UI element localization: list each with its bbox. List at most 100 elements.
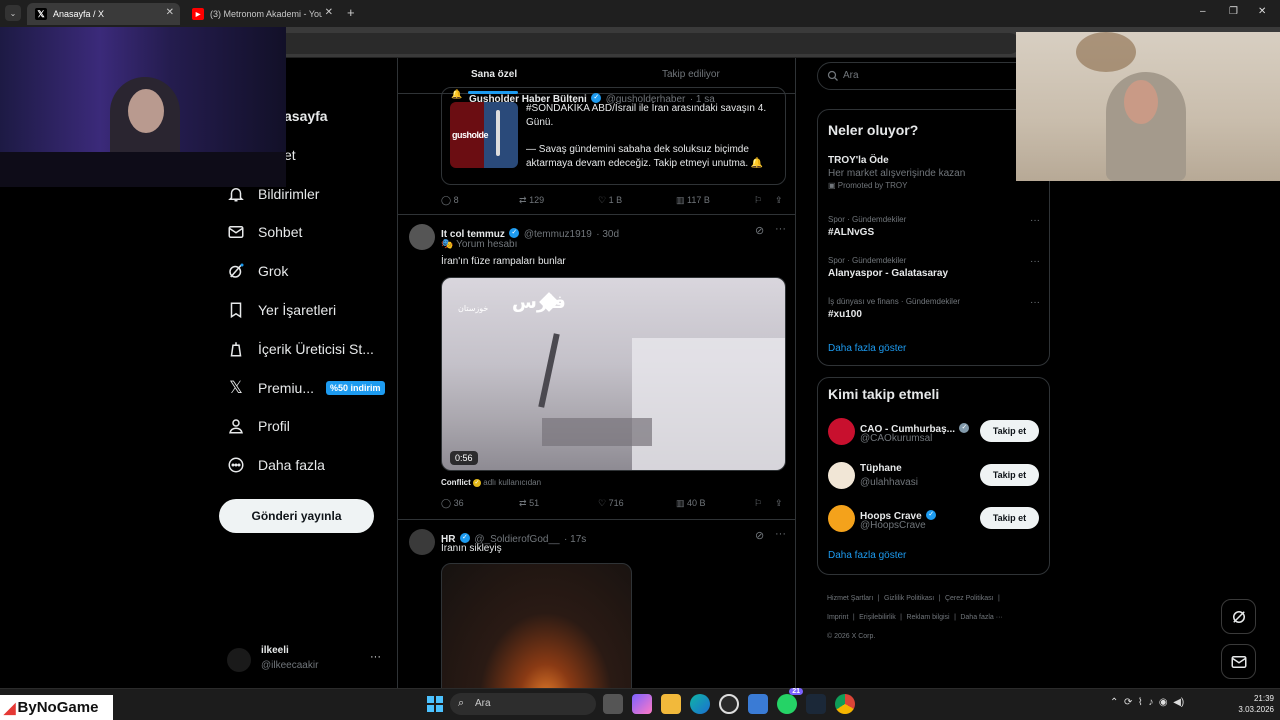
share-icon[interactable]: ⇪ (775, 498, 783, 509)
footer-link[interactable]: Hizmet Şartları (827, 595, 873, 602)
copilot-icon[interactable] (632, 694, 652, 714)
like-button[interactable]: ♡ 716 (598, 498, 624, 509)
close-tab-icon[interactable]: ✕ (325, 7, 333, 18)
tweet-video[interactable]: فارس خوزستان 0:56 (441, 277, 786, 471)
address-bar[interactable] (160, 33, 1020, 54)
more-icon[interactable]: ··· (775, 223, 786, 235)
follow-button[interactable]: Takip et (980, 420, 1039, 442)
tab-title: (3) Metronom Akademi - YouTu (210, 9, 322, 19)
minimize-button[interactable]: – (1200, 6, 1206, 17)
tweet-text: — Savaş gündemini sabaha dek soluksuz bi… (526, 144, 764, 169)
video-missile (538, 333, 560, 408)
avatar[interactable] (409, 224, 435, 250)
tab-list-dropdown[interactable]: ⌄ (5, 5, 21, 21)
sync-icon[interactable]: ⟳ (1124, 697, 1132, 708)
search-input[interactable]: Ara (817, 62, 1049, 90)
more-icon[interactable]: ··· (1030, 297, 1040, 308)
maximize-button[interactable]: ❐ (1229, 6, 1238, 17)
nav-more[interactable]: Daha fazla (226, 450, 325, 480)
mask-icon: 🎭 (441, 239, 454, 250)
grok-icon[interactable]: ⊘ (755, 224, 764, 237)
more-icon[interactable]: ··· (370, 651, 381, 663)
trend-item[interactable]: Spor · Gündemdekiler Alanyaspor - Galata… (828, 256, 1040, 279)
whatsapp-icon[interactable]: 21 (777, 688, 803, 714)
grok-icon[interactable]: ⊘ (755, 529, 764, 542)
repost-button[interactable]: ⇄ 51 (519, 498, 539, 509)
tweet[interactable]: It col temmuz ✓ @temmuz1919 · 30d ⊘ ··· … (398, 215, 795, 520)
views-button[interactable]: ▥ 40 B (676, 498, 706, 509)
nav-bookmarks[interactable]: Yer İşaretleri (226, 295, 336, 325)
tab-youtube[interactable]: ▶ (3) Metronom Akademi - YouTu ✕ (184, 3, 339, 25)
chevron-up-icon[interactable]: ⌃ (1110, 697, 1118, 708)
repost-button[interactable]: ⇄ 129 (519, 195, 544, 206)
grok-floating-button[interactable] (1221, 599, 1256, 634)
new-tab-button[interactable]: + (347, 5, 355, 20)
store-icon[interactable] (748, 694, 768, 714)
trend-item[interactable]: Spor · Gündemdekiler #ALNvGS ··· (828, 215, 1040, 238)
tweet-thumbnail[interactable]: gusholde (450, 102, 518, 168)
network-icon[interactable]: ⌇ (1138, 697, 1143, 708)
task-view-icon[interactable] (603, 694, 623, 714)
quoted-tweet[interactable]: 🔔 Gusholder Haber Bülteni ✓ @gusholderha… (441, 87, 786, 185)
streamer-face (128, 89, 164, 133)
clock[interactable]: 21:39 3.03.2026 (1232, 693, 1274, 715)
nav-premium[interactable]: 𝕏 Premiu... %50 indirim (226, 373, 385, 403)
like-button[interactable]: ♡ 1 B (598, 195, 622, 206)
nav-label: İçerik Üreticisi St... (258, 341, 374, 357)
volume-icon[interactable]: ◀) (1173, 697, 1184, 708)
obs-icon[interactable] (719, 694, 739, 714)
footer-link[interactable]: Çerez Politikası (945, 595, 994, 602)
close-window-button[interactable]: ✕ (1258, 6, 1266, 17)
wifi-icon[interactable]: ◉ (1159, 697, 1168, 708)
trend-item[interactable]: İş dünyası ve finans · Gündemdekiler #xu… (828, 297, 1040, 320)
footer-link[interactable]: Reklam bilgisi (906, 614, 949, 621)
post-button[interactable]: Gönderi yayınla (219, 499, 374, 533)
nav-label: Premiu... (258, 380, 315, 396)
suggestion-name: Tüphane (860, 463, 902, 474)
more-icon[interactable]: ··· (1030, 256, 1040, 267)
webcam-overlay-right (1016, 32, 1280, 181)
follow-show-more[interactable]: Daha fazla göster (828, 550, 906, 561)
tab-x-home[interactable]: 𝕏 Anasayfa / X ✕ (27, 3, 180, 25)
taskbar-search[interactable]: ⌕ Ara (450, 693, 596, 715)
edge-icon[interactable] (690, 694, 710, 714)
follow-button[interactable]: Takip et (980, 507, 1039, 529)
trending-show-more[interactable]: Daha fazla göster (828, 343, 906, 354)
footer-link[interactable]: Gizlilik Politikası (884, 595, 934, 602)
avatar[interactable] (409, 529, 435, 555)
bookmark-icon[interactable]: ⚐ (754, 195, 762, 206)
close-tab-icon[interactable]: ✕ (166, 7, 174, 18)
footer-link[interactable]: Daha fazla ··· (960, 614, 1002, 621)
account-switcher[interactable]: ilkeeli @ilkeecaakir ··· (224, 640, 389, 680)
credit-suffix: adlı kullanıcıdan (483, 478, 542, 487)
footer-link[interactable]: Imprint (827, 614, 848, 621)
nav-chat[interactable]: Sohbet (226, 217, 302, 247)
chrome-icon[interactable] (835, 694, 855, 714)
views-button[interactable]: ▥ 117 B (676, 195, 710, 206)
more-icon[interactable]: ··· (1030, 215, 1040, 226)
nav-grok[interactable]: Grok (226, 256, 288, 286)
tab-for-you[interactable]: Sana özel (471, 69, 517, 80)
more-icon[interactable]: ··· (775, 528, 786, 540)
nav-creator-studio[interactable]: İçerik Üreticisi St... (226, 334, 374, 364)
reply-button[interactable]: ◯ 8 (441, 195, 459, 206)
footer-link[interactable]: Erişilebilirlik (859, 614, 896, 621)
follow-button[interactable]: Takip et (980, 464, 1039, 486)
windows-start-icon[interactable] (425, 694, 445, 714)
video-credit[interactable]: Conflict ✓ adlı kullanıcıdan (441, 478, 541, 487)
nav-profile[interactable]: Profil (226, 411, 290, 441)
messages-floating-button[interactable] (1221, 644, 1256, 679)
file-explorer-icon[interactable] (661, 694, 681, 714)
tweet[interactable]: 🔔 Gusholder Haber Bülteni ✓ @gusholderha… (398, 87, 795, 215)
follow-suggestion[interactable]: Tüphane @ulahhavasi Takip et (828, 461, 1043, 491)
steam-icon[interactable] (806, 694, 826, 714)
reply-button[interactable]: ◯ 36 (441, 498, 464, 509)
mic-icon[interactable]: ♪ (1148, 697, 1153, 708)
promoted-trend[interactable]: TROY'la Öde Her market alışverişinde kaz… (828, 155, 1038, 190)
follow-suggestion[interactable]: CAO - Cumhurbaş... ✓ @CAOkurumsal Takip … (828, 417, 1043, 447)
follow-suggestion[interactable]: Hoops Crave ✓ @HoopsCrave Takip et (828, 504, 1043, 534)
share-icon[interactable]: ⇪ (775, 195, 783, 206)
tab-following[interactable]: Takip ediliyor (662, 69, 720, 80)
nav-home[interactable]: asayfa (284, 101, 328, 131)
bookmark-icon[interactable]: ⚐ (754, 498, 762, 509)
